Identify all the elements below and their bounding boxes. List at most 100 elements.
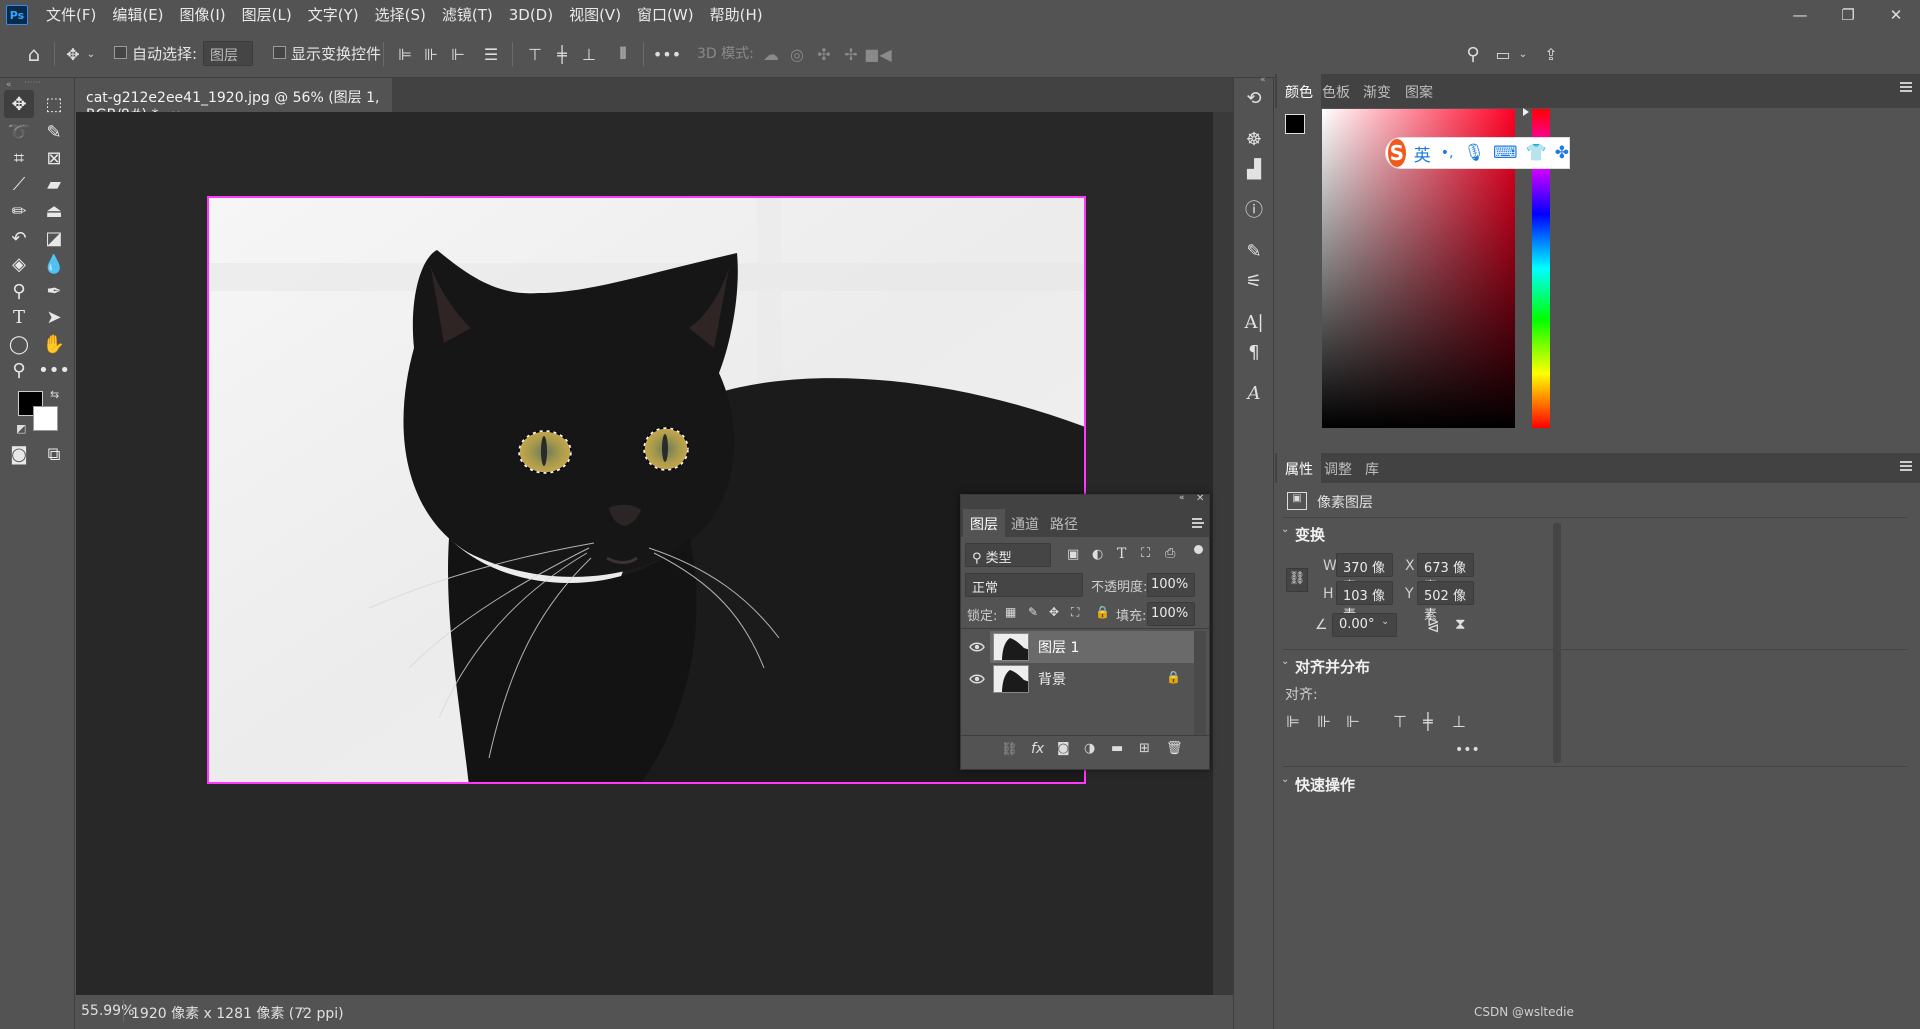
restore-button[interactable]: ❐ xyxy=(1824,0,1872,30)
height-field[interactable]: 103 像素 xyxy=(1336,581,1393,623)
new-group-icon[interactable]: ▬ xyxy=(1111,741,1123,756)
move-tool-icon[interactable]: ✥ xyxy=(4,90,34,118)
align-section-title[interactable]: 对齐并分布 xyxy=(1295,656,1370,677)
quick-actions-title[interactable]: 快速操作 xyxy=(1295,774,1355,795)
width-field[interactable]: 370 像素 xyxy=(1336,553,1393,595)
vertical-scrollbar[interactable] xyxy=(1213,112,1233,995)
flip-horizontal-icon[interactable]: ⧎ xyxy=(1427,615,1440,633)
3d-camera-icon[interactable]: ■◀ xyxy=(864,44,891,64)
show-transform-checkbox[interactable] xyxy=(273,46,286,59)
layers-menu-icon[interactable] xyxy=(1192,518,1204,528)
clone-stamp-tool-icon[interactable]: ⏏ xyxy=(39,197,69,225)
filter-shape-icon[interactable]: ⛶ xyxy=(1141,546,1150,561)
collapse-icon[interactable]: « xyxy=(6,80,12,90)
3d-orbit-icon[interactable]: ☁ xyxy=(760,44,782,64)
paint-bucket-tool-icon[interactable]: ◈ xyxy=(4,250,34,278)
character-icon[interactable]: A| xyxy=(1242,310,1266,334)
keyboard-icon[interactable]: ⌨ xyxy=(1493,143,1518,163)
3d-slide-icon[interactable]: ✢ xyxy=(840,44,862,64)
align-top-edges-icon[interactable]: ⊤ xyxy=(1393,712,1407,731)
align-middle-v-icon[interactable]: ╪ xyxy=(551,44,573,64)
tab-layers[interactable]: 图层 xyxy=(963,509,1005,537)
link-layers-icon[interactable]: ⛓ xyxy=(1001,742,1018,757)
angle-chevron-icon[interactable]: ⌄ xyxy=(1381,616,1389,627)
x-field[interactable]: 673 像素 xyxy=(1417,553,1474,595)
close-panel-icon[interactable]: ✕ xyxy=(1196,493,1204,504)
zoom-tool-icon[interactable]: ⚲ xyxy=(4,356,34,384)
layers-scrollbar[interactable] xyxy=(1194,631,1206,735)
minimize-button[interactable]: — xyxy=(1776,0,1824,30)
tab-adjustments[interactable]: 调整 xyxy=(1324,453,1352,483)
close-window-button[interactable]: ✕ xyxy=(1872,0,1920,30)
menu-edit[interactable]: 编辑(E) xyxy=(104,0,171,30)
search-icon[interactable]: ⚲ xyxy=(1462,44,1484,65)
lock-transparent-icon[interactable]: ▦ xyxy=(1005,605,1016,619)
frame-tool-icon[interactable]: ⊠ xyxy=(39,144,69,172)
menu-filter[interactable]: 滤镜(T) xyxy=(434,0,501,30)
more-align-icon[interactable]: ••• xyxy=(1455,742,1480,758)
filter-toggle-icon[interactable] xyxy=(1194,545,1203,554)
align-right-icon[interactable]: ⊩ xyxy=(447,44,469,64)
pen-tool-icon[interactable]: ✒ xyxy=(39,277,69,305)
lock-artboard-icon[interactable]: ⛶ xyxy=(1071,605,1079,620)
align-left-edges-icon[interactable]: ⊫ xyxy=(1286,712,1300,731)
quick-mask-icon[interactable]: ◙ xyxy=(4,440,34,468)
filter-adjustment-icon[interactable]: ◐ xyxy=(1092,547,1103,562)
tab-swatches[interactable]: 色板 xyxy=(1322,74,1350,104)
tab-gradients[interactable]: 渐变 xyxy=(1363,74,1391,104)
status-more-icon[interactable]: › xyxy=(301,1002,307,1018)
add-mask-icon[interactable]: ◙ xyxy=(1057,741,1070,756)
layer-row[interactable]: 图层 1 xyxy=(961,631,1209,663)
lock-pixels-icon[interactable]: ✎ xyxy=(1028,605,1038,619)
menu-image[interactable]: 图像(I) xyxy=(172,0,234,30)
chevron-down-icon[interactable]: ⌄ xyxy=(1281,656,1289,667)
info-icon[interactable]: ⓘ xyxy=(1242,197,1266,221)
menu-layer[interactable]: 图层(L) xyxy=(234,0,300,30)
tab-libraries[interactable]: 库 xyxy=(1365,453,1379,483)
properties-menu-icon[interactable] xyxy=(1900,461,1912,471)
ime-lang-toggle[interactable]: 英 xyxy=(1414,141,1431,166)
layer-row[interactable]: 背景 🔒 xyxy=(961,663,1209,695)
menu-file[interactable]: 文件(F) xyxy=(38,0,104,30)
layers-panel-header[interactable]: « ✕ xyxy=(961,493,1209,509)
hand-tool-icon[interactable]: ✋ xyxy=(39,330,69,358)
quick-select-tool-icon[interactable]: ✎ xyxy=(39,118,69,146)
history-brush-tool-icon[interactable]: ↶ xyxy=(4,224,34,252)
histogram-icon[interactable]: ▟ xyxy=(1242,157,1266,181)
lasso-tool-icon[interactable]: ➰ xyxy=(4,118,34,146)
filter-type-icon[interactable]: T xyxy=(1117,546,1126,562)
align-right-edges-icon[interactable]: ⊩ xyxy=(1346,712,1360,731)
skin-icon[interactable]: 👕 xyxy=(1526,143,1547,163)
type-tool-icon[interactable]: T xyxy=(4,303,34,331)
transform-section-title[interactable]: 变换 xyxy=(1295,524,1325,545)
lock-all-icon[interactable]: 🔒 xyxy=(1095,605,1110,619)
y-field[interactable]: 502 像素 xyxy=(1417,581,1474,623)
menu-help[interactable]: 帮助(H) xyxy=(702,0,771,30)
tab-paths[interactable]: 路径 xyxy=(1050,514,1078,534)
3d-pan-icon[interactable]: ✣ xyxy=(813,44,835,64)
flip-vertical-icon[interactable]: ⧗ xyxy=(1455,615,1466,633)
visibility-eye-icon[interactable] xyxy=(969,671,985,687)
filter-smart-object-icon[interactable]: ⎙ xyxy=(1165,546,1175,561)
swap-colors-icon[interactable]: ⇆ xyxy=(50,388,59,401)
menu-window[interactable]: 窗口(W) xyxy=(629,0,702,30)
align-left-icon[interactable]: ⊫ xyxy=(394,44,416,64)
tab-color[interactable]: 颜色 xyxy=(1277,74,1321,108)
background-color-swatch[interactable] xyxy=(33,406,58,431)
eyedropper-tool-icon[interactable]: ⟋ xyxy=(4,170,34,198)
healing-brush-tool-icon[interactable]: ▰ xyxy=(39,170,69,198)
navigator-icon[interactable]: ☸ xyxy=(1242,127,1266,151)
filter-pixel-icon[interactable]: ▣ xyxy=(1067,547,1079,562)
home-icon[interactable]: ⌂ xyxy=(23,42,45,66)
blur-tool-icon[interactable]: 💧 xyxy=(39,250,69,278)
eraser-tool-icon[interactable]: ◪ xyxy=(39,224,69,252)
toolbox-icon[interactable]: ✤ xyxy=(1555,143,1569,163)
chevron-down-icon[interactable]: ⌄ xyxy=(1281,774,1289,785)
more-options-icon[interactable]: ••• xyxy=(653,44,681,64)
microphone-icon[interactable]: 🎙 xyxy=(1463,143,1485,163)
ime-toolbar[interactable]: S 英 •, 🎙 ⌨ 👕 ✤ xyxy=(1385,137,1570,169)
fill-field[interactable]: 100% xyxy=(1147,602,1195,626)
3d-roll-icon[interactable]: ◎ xyxy=(786,44,808,64)
align-bottom-icon[interactable]: ⊥ xyxy=(578,44,600,64)
path-select-tool-icon[interactable]: ➤ xyxy=(39,303,69,331)
